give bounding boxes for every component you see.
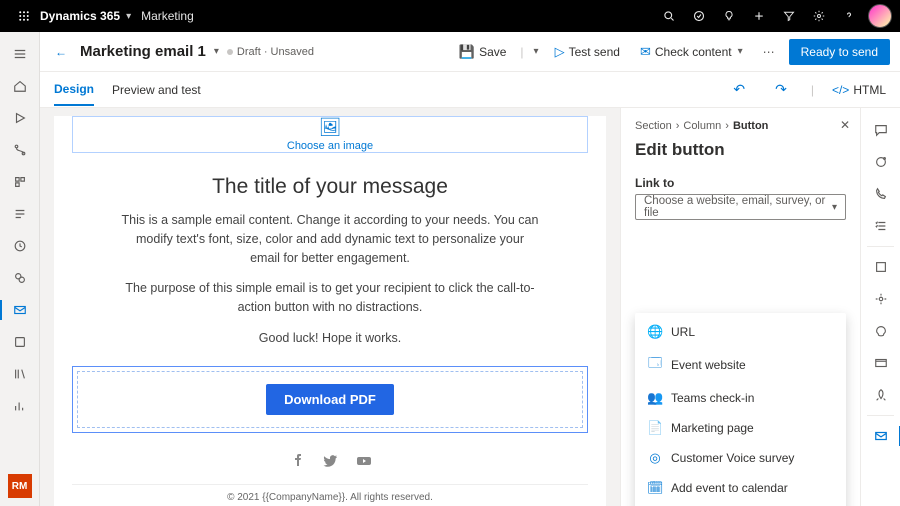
option-marketing-page[interactable]: 📄Marketing page (635, 413, 846, 443)
redo-button[interactable]: ↷ (769, 81, 793, 98)
left-nav-rail: RM (0, 32, 40, 506)
tab-bar: Design Preview and test ↶ ↷ | </>HTML (40, 72, 900, 108)
breadcrumb-button: Button (733, 120, 768, 132)
avatar[interactable] (868, 4, 892, 28)
assistant-icon[interactable] (861, 146, 900, 178)
chevron-down-icon: ▾ (832, 202, 837, 213)
filter-icon[interactable] (774, 0, 804, 32)
add-icon[interactable] (744, 0, 774, 32)
email-icon[interactable] (0, 294, 40, 326)
link-to-dropdown: 🌐URL 🗔Event website 👥Teams check-in 📄Mar… (635, 313, 846, 506)
option-teams-checkin[interactable]: 👥Teams check-in (635, 383, 846, 413)
save-button[interactable]: 💾Save (453, 40, 513, 64)
help-icon[interactable] (834, 0, 864, 32)
bar-icon[interactable] (0, 390, 40, 422)
button-block-selected[interactable]: Download PDF (72, 366, 588, 433)
check-content-button[interactable]: ✉Check content▾ (634, 40, 749, 64)
window-icon: 🗔 (647, 354, 663, 376)
html-view-button[interactable]: </>HTML (832, 83, 886, 97)
chevron-down-icon[interactable]: ▾ (126, 11, 131, 22)
properties-panel: ✕ Section › Column › Button Edit button … (620, 108, 860, 506)
page-title: Marketing email 1 (80, 43, 206, 60)
device-icon[interactable] (0, 326, 40, 358)
globe-icon: 🌐 (647, 324, 663, 340)
option-add-event[interactable]: 🗓Add event to calendar (635, 473, 846, 503)
settings2-icon[interactable] (861, 283, 900, 315)
home-icon[interactable] (0, 70, 40, 102)
phone-icon[interactable] (861, 178, 900, 210)
option-url[interactable]: 🌐URL (635, 317, 846, 347)
chat-icon[interactable] (861, 114, 900, 146)
chevron-down-icon[interactable]: ▾ (214, 46, 219, 57)
app-area[interactable]: Marketing (141, 9, 194, 23)
email-paragraph[interactable]: Good luck! Hope it works. (259, 329, 401, 348)
lightbulb-icon[interactable] (714, 0, 744, 32)
email-paragraph[interactable]: This is a sample email content. Change i… (120, 211, 540, 267)
link-to-combobox[interactable]: Choose a website, email, survey, or file… (635, 194, 846, 220)
option-cv-survey[interactable]: ◎Customer Voice survey (635, 443, 846, 473)
test-send-button[interactable]: ▷Test send (549, 40, 626, 64)
email-paragraph[interactable]: The purpose of this simple email is to g… (120, 279, 540, 317)
close-icon[interactable]: ✕ (840, 118, 850, 132)
segment-icon[interactable] (0, 262, 40, 294)
elements-icon[interactable] (861, 251, 900, 283)
facebook-icon[interactable] (288, 453, 304, 474)
breadcrumb-column[interactable]: Column (683, 120, 721, 132)
image-icon: 🖼 (319, 117, 342, 138)
journey-icon[interactable] (0, 134, 40, 166)
page-icon: 📄 (647, 420, 663, 436)
email-title[interactable]: The title of your message (212, 175, 448, 199)
library-icon[interactable] (0, 358, 40, 390)
styles-icon[interactable] (861, 315, 900, 347)
right-tool-rail (860, 108, 900, 506)
image-placeholder-label: Choose an image (287, 140, 373, 152)
command-bar: ← Marketing email 1 ▾ Draft · Unsaved 💾S… (40, 32, 900, 72)
tab-preview[interactable]: Preview and test (112, 75, 201, 105)
list2-icon[interactable] (0, 198, 40, 230)
brand-name[interactable]: Dynamics 365 (40, 9, 120, 23)
task-list-icon[interactable] (861, 210, 900, 242)
global-topbar: Dynamics 365 ▾ Marketing (0, 0, 900, 32)
undo-button[interactable]: ↶ (727, 81, 751, 98)
tab-design[interactable]: Design (54, 74, 94, 106)
social-row (288, 453, 372, 474)
rocket-icon[interactable] (861, 379, 900, 411)
image-placeholder[interactable]: 🖼 Choose an image (72, 116, 588, 153)
breadcrumb-section[interactable]: Section (635, 120, 672, 132)
option-event-website[interactable]: 🗔Event website (635, 347, 846, 383)
panel-heading: Edit button (635, 140, 846, 160)
overflow-button[interactable]: ⋯ (757, 41, 781, 63)
breadcrumb: Section › Column › Button (635, 120, 846, 132)
menu-icon[interactable] (0, 38, 40, 70)
status-badge: Draft · Unsaved (227, 46, 314, 58)
search-icon[interactable] (654, 0, 684, 32)
teams-icon: 👥 (647, 390, 663, 406)
area-switcher-badge[interactable]: RM (8, 474, 32, 498)
task-icon[interactable] (684, 0, 714, 32)
back-button[interactable]: ← (50, 45, 72, 59)
link-to-placeholder: Choose a website, email, survey, or file (644, 195, 832, 219)
twitter-icon[interactable] (322, 453, 338, 474)
cta-button[interactable]: Download PDF (266, 384, 394, 415)
survey-icon: ◎ (647, 450, 663, 466)
link-to-label: Link to (635, 176, 846, 190)
save-dropdown[interactable]: ▾ (532, 42, 541, 61)
email-tool-icon[interactable] (861, 420, 900, 452)
email-canvas[interactable]: 🖼 Choose an image The title of your mess… (40, 108, 620, 506)
clock-icon[interactable] (0, 230, 40, 262)
play-icon[interactable] (0, 102, 40, 134)
data-icon[interactable] (0, 166, 40, 198)
email-footer[interactable]: © 2021 {{CompanyName}}. All rights reser… (72, 484, 588, 506)
gear-icon[interactable] (804, 0, 834, 32)
calendar-icon: 🗓 (647, 480, 663, 496)
email-header-icon[interactable] (861, 347, 900, 379)
ready-to-send-button[interactable]: Ready to send (789, 39, 890, 65)
youtube-icon[interactable] (356, 453, 372, 474)
app-launcher-icon[interactable] (8, 10, 40, 22)
